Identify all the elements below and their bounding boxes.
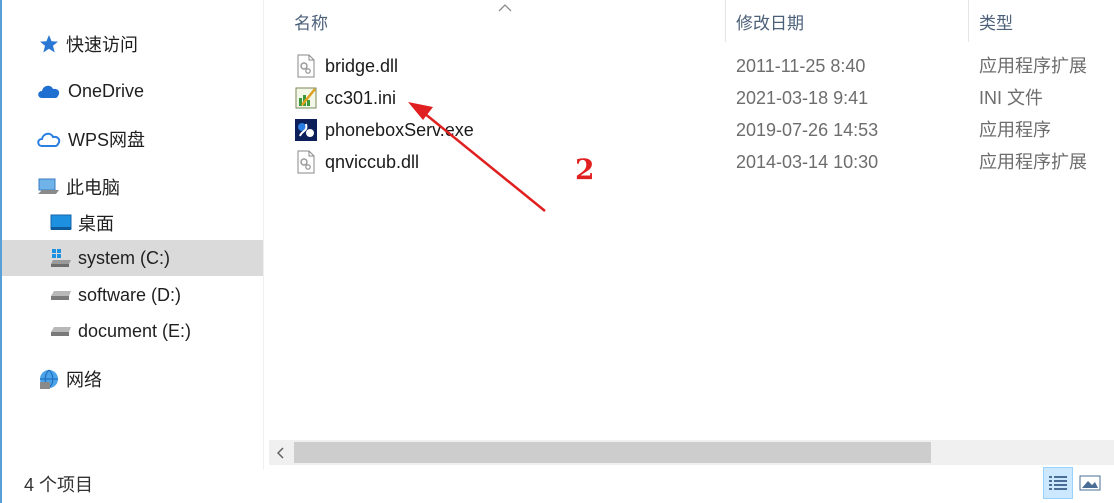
file-type: 应用程序 <box>979 120 1051 140</box>
file-type: 应用程序扩展 <box>979 152 1087 172</box>
dll-file-icon <box>294 150 318 174</box>
network-icon <box>38 368 60 390</box>
status-bar: 4 个项目 <box>2 470 1114 503</box>
column-header-label: 名称 <box>294 13 328 33</box>
column-divider[interactable] <box>968 0 969 42</box>
nav-item-document-e[interactable]: document (E:) <box>50 313 260 349</box>
column-header-label: 修改日期 <box>736 13 804 33</box>
file-name: bridge.dll <box>325 56 399 76</box>
horizontal-scrollbar[interactable] <box>269 440 1114 465</box>
large-icons-view-icon <box>1079 475 1101 491</box>
nav-item-quick-access[interactable]: 快速访问 <box>38 26 258 62</box>
nav-item-label: OneDrive <box>68 80 145 101</box>
nav-item-label: 快速访问 <box>66 35 138 55</box>
details-view-button[interactable] <box>1043 467 1073 499</box>
nav-item-label: software (D:) <box>78 284 182 305</box>
file-name: cc301.ini <box>325 88 397 108</box>
item-count: 4 个项目 <box>24 475 94 495</box>
chevron-left-icon <box>277 446 284 459</box>
column-header-type[interactable]: 类型 <box>979 0 1114 42</box>
annotation-number: 2 <box>575 153 595 186</box>
ini-file-icon <box>294 86 318 110</box>
column-header-modified[interactable]: 修改日期 <box>736 0 966 42</box>
details-view-icon <box>1049 476 1067 490</box>
nav-item-desktop[interactable]: 桌面 <box>50 205 260 241</box>
file-modified: 2014-03-14 10:30 <box>736 152 879 172</box>
column-header-name[interactable]: 名称 <box>294 0 724 42</box>
navigation-pane: 快速访问 OneDrive WPS网盘 此电脑 桌面 system (C:) s… <box>2 0 263 470</box>
windows-drive-icon <box>50 247 72 269</box>
drive-icon <box>50 320 72 342</box>
dll-file-icon <box>294 54 318 78</box>
file-name: qnviccub.dll <box>325 152 420 172</box>
nav-item-network[interactable]: 网络 <box>38 361 258 397</box>
nav-item-label: system (C:) <box>78 247 170 268</box>
file-row[interactable]: bridge.dll 2011-11-25 8:40 应用程序扩展 <box>294 50 1114 82</box>
file-type: 应用程序扩展 <box>979 56 1087 76</box>
file-row[interactable]: phoneboxServ.exe 2019-07-26 14:53 应用程序 <box>294 114 1114 146</box>
file-name: phoneboxServ.exe <box>325 120 474 140</box>
nav-item-onedrive[interactable]: OneDrive <box>36 73 256 109</box>
nav-item-label: 此电脑 <box>66 178 120 198</box>
cloud-icon <box>36 80 62 102</box>
cloud-outline-icon <box>36 128 62 150</box>
drive-icon <box>50 284 72 306</box>
file-modified: 2021-03-18 9:41 <box>736 88 869 108</box>
nav-item-label: document (E:) <box>78 320 192 341</box>
nav-item-system-c[interactable]: system (C:) <box>2 240 263 276</box>
file-row[interactable]: cc301.ini 2021-03-18 9:41 INI 文件 <box>294 82 1114 114</box>
column-divider[interactable] <box>725 0 726 42</box>
scrollbar-thumb[interactable] <box>294 442 931 463</box>
computer-icon <box>38 176 60 198</box>
file-type: INI 文件 <box>979 88 1044 108</box>
column-header-label: 类型 <box>979 13 1013 33</box>
desktop-icon <box>50 212 72 234</box>
nav-item-wps-cloud[interactable]: WPS网盘 <box>36 121 256 157</box>
star-icon <box>38 33 60 55</box>
scroll-left-button[interactable] <box>269 440 293 465</box>
large-icons-view-button[interactable] <box>1075 467 1105 499</box>
nav-item-label: WPS网盘 <box>68 130 146 150</box>
exe-app-icon <box>294 118 318 142</box>
nav-item-label: 网络 <box>66 370 102 390</box>
nav-item-this-pc[interactable]: 此电脑 <box>38 169 258 205</box>
file-modified: 2019-07-26 14:53 <box>736 120 879 140</box>
nav-item-software-d[interactable]: software (D:) <box>50 277 260 313</box>
nav-item-label: 桌面 <box>78 214 114 234</box>
file-modified: 2011-11-25 8:40 <box>736 56 866 76</box>
file-row[interactable]: qnviccub.dll 2014-03-14 10:30 应用程序扩展 <box>294 146 1114 178</box>
file-list: 名称 修改日期 类型 bridge.dll 2011-11-25 8:40 应用… <box>264 0 1114 440</box>
